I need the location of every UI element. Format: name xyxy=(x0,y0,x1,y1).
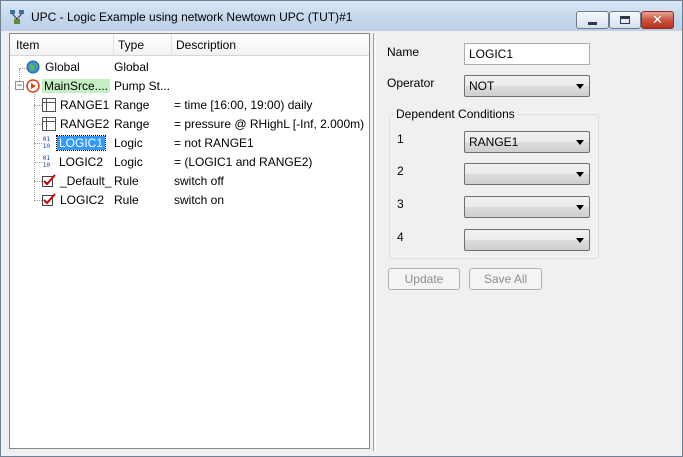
condition-1-label: 1 xyxy=(397,132,404,146)
title-bar[interactable]: UPC - Logic Example using network Newtow… xyxy=(1,1,682,31)
condition-2-label: 2 xyxy=(397,164,404,178)
save-all-button[interactable]: Save All xyxy=(469,268,542,290)
dropdown-arrow-icon xyxy=(576,205,584,210)
tree-item-description: = not RANGE1 xyxy=(174,136,254,150)
update-button[interactable]: Update xyxy=(388,268,460,290)
tree-item-label: Global xyxy=(45,60,80,74)
column-header-row: Item Type Description xyxy=(10,34,369,56)
condition-3-label: 3 xyxy=(397,197,404,211)
tree-item-type: Pump St... xyxy=(114,79,171,93)
panel-splitter[interactable] xyxy=(373,33,376,451)
condition-4-select[interactable] xyxy=(464,229,590,251)
tree-item-type: Logic xyxy=(114,136,143,150)
pump-station-icon xyxy=(26,79,40,93)
dropdown-arrow-icon xyxy=(576,238,584,243)
tree-item-type: Rule xyxy=(114,193,139,207)
operator-select[interactable]: NOT xyxy=(464,75,590,97)
condition-2-select[interactable] xyxy=(464,163,590,185)
svg-text:10: 10 xyxy=(43,162,51,168)
close-icon: ✕ xyxy=(652,12,663,28)
operator-label: Operator xyxy=(387,76,435,90)
network-app-icon xyxy=(10,10,24,24)
minimize-icon xyxy=(588,21,597,25)
tree-row-logic2-rule[interactable]: LOGIC2 Rule switch on xyxy=(10,191,369,210)
rule-checkbox-icon xyxy=(42,193,56,206)
condition-1-value: RANGE1 xyxy=(469,135,519,149)
column-header-type[interactable]: Type xyxy=(112,34,172,56)
svg-text:01: 01 xyxy=(43,136,51,143)
binary-logic-icon: 01 10 xyxy=(43,136,51,149)
tree-item-description: = time [16:00, 19:00) daily xyxy=(174,98,313,112)
tree-item-type: Logic xyxy=(114,155,143,169)
name-label: Name xyxy=(387,45,420,59)
main-window: UPC - Logic Example using network Newtow… xyxy=(0,0,683,457)
dropdown-arrow-icon xyxy=(576,172,584,177)
condition-3-select[interactable] xyxy=(464,196,590,218)
rule-checkbox-icon xyxy=(42,174,56,187)
close-button[interactable]: ✕ xyxy=(641,11,674,29)
tree-item-label: LOGIC2 xyxy=(60,193,105,207)
tree-row-logic1[interactable]: 01 10 LOGIC1 Logic = not RANGE1 xyxy=(10,134,369,153)
tree-row-mainsrce[interactable]: − MainSrce.... Pump St... xyxy=(10,77,369,96)
svg-text:10: 10 xyxy=(43,143,51,149)
operator-select-value: NOT xyxy=(469,79,495,93)
tree-item-description: switch on xyxy=(174,193,225,207)
range-grid-icon xyxy=(42,98,56,112)
tree-item-label: RANGE1 xyxy=(60,98,110,112)
tree-item-description: = pressure @ RHighL [-Inf, 2.000m) xyxy=(174,117,365,131)
tree-row-logic2[interactable]: 01 10 LOGIC2 Logic = (LOGIC1 and RANGE2) xyxy=(10,153,369,172)
tree-item-label: MainSrce.... xyxy=(42,79,111,93)
dependent-conditions-title: Dependent Conditions xyxy=(393,107,518,121)
tree-item-type: Rule xyxy=(114,174,139,188)
minimize-button[interactable] xyxy=(576,11,609,29)
logic-tree-list[interactable]: Item Type Description Global Global − Ma… xyxy=(9,33,370,449)
window-title: UPC - Logic Example using network Newtow… xyxy=(31,10,353,24)
tree-row-range2[interactable]: RANGE2 Range = pressure @ RHighL [-Inf, … xyxy=(10,115,369,134)
condition-1-select[interactable]: RANGE1 xyxy=(464,131,590,153)
maximize-icon xyxy=(620,16,630,24)
svg-text:01: 01 xyxy=(43,155,51,162)
condition-4-label: 4 xyxy=(397,230,404,244)
tree-item-description: = (LOGIC1 and RANGE2) xyxy=(174,155,313,169)
tree-item-type: Range xyxy=(114,98,150,112)
range-grid-icon xyxy=(42,117,56,131)
dropdown-arrow-icon xyxy=(576,84,584,89)
dropdown-arrow-icon xyxy=(576,140,584,145)
collapse-toggle[interactable]: − xyxy=(15,81,24,90)
tree-item-label: LOGIC1 xyxy=(55,135,107,151)
tree-item-label: _Default_ xyxy=(60,174,112,188)
binary-logic-icon: 01 10 xyxy=(43,155,51,168)
globe-icon xyxy=(26,60,40,74)
tree-item-label: RANGE2 xyxy=(60,117,110,131)
maximize-button[interactable] xyxy=(609,11,641,29)
column-header-description[interactable]: Description xyxy=(170,34,369,56)
tree-item-description: switch off xyxy=(174,174,224,188)
tree-item-type: Range xyxy=(114,117,150,131)
tree-item-label: LOGIC2 xyxy=(59,155,104,169)
tree-row-global[interactable]: Global Global xyxy=(10,58,369,77)
name-field[interactable]: LOGIC1 xyxy=(464,43,590,65)
tree-row-range1[interactable]: RANGE1 Range = time [16:00, 19:00) daily xyxy=(10,96,369,115)
tree-row-default-rule[interactable]: _Default_ Rule switch off xyxy=(10,172,369,191)
column-header-item[interactable]: Item xyxy=(10,34,114,56)
tree-item-type: Global xyxy=(114,60,149,74)
